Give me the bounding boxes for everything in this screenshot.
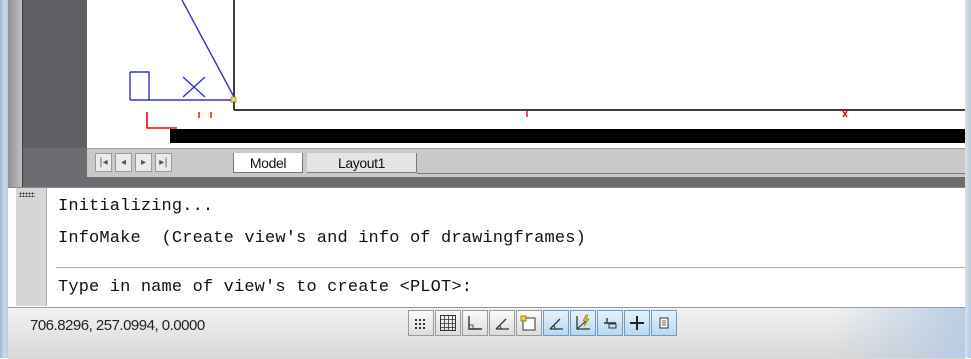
otrack-icon <box>549 318 563 330</box>
polar-tracking-button[interactable] <box>489 310 515 336</box>
blue-outline <box>130 71 234 101</box>
next-tab-button[interactable]: ▸ <box>135 153 152 172</box>
object-snap-button[interactable] <box>516 310 542 336</box>
grid-icon <box>440 315 456 331</box>
dyn-icon <box>604 318 617 329</box>
command-separator <box>56 267 965 268</box>
tab-model[interactable]: Model <box>233 153 303 173</box>
last-tab-button[interactable]: ▸| <box>155 153 172 172</box>
first-tab-button[interactable]: |◂ <box>95 153 112 172</box>
window-frame-left <box>0 0 8 358</box>
dynamic-ucs-button[interactable] <box>570 310 596 336</box>
command-history-line: Initializing... <box>58 197 214 216</box>
command-window-grip[interactable] <box>16 188 47 306</box>
lineweight-button[interactable] <box>624 310 650 336</box>
model-toggle-button[interactable] <box>651 310 677 336</box>
grip-dots-icon <box>19 192 35 197</box>
grip-point <box>230 96 237 103</box>
first-tab-icon: |◂ <box>99 157 108 168</box>
coordinate-readout[interactable]: 706.8296, 257.0994, 0.0000 <box>30 317 205 334</box>
osnap-icon <box>520 315 536 331</box>
snap-mode-button[interactable] <box>408 310 434 336</box>
dock-strip <box>8 0 23 188</box>
model-icon <box>659 317 669 329</box>
window-frame-right <box>965 0 971 358</box>
snap-icon <box>415 319 425 329</box>
grid-display-button[interactable] <box>435 310 461 336</box>
last-tab-icon: ▸| <box>159 157 168 168</box>
ducs-icon <box>576 314 590 330</box>
lineweight-icon <box>630 316 644 330</box>
prev-tab-icon: ◂ <box>120 157 127 168</box>
next-tab-icon: ▸ <box>140 157 147 168</box>
dynamic-input-button[interactable] <box>597 310 623 336</box>
prev-tab-button[interactable]: ◂ <box>115 153 132 172</box>
command-history-line: InfoMake (Create view's and info of draw… <box>58 229 586 248</box>
red-corner <box>146 112 177 129</box>
tab-layout1[interactable]: Layout1 <box>307 153 417 173</box>
object-snap-tracking-button[interactable] <box>543 310 569 336</box>
polar-icon <box>495 318 509 330</box>
command-prompt[interactable]: Type in name of view's to create <PLOT>: <box>58 278 472 297</box>
layout-tab-bar: |◂ ◂ ▸ ▸| Model Layout1 <box>87 148 965 177</box>
ortho-icon <box>468 316 482 330</box>
status-bar-tray <box>830 308 965 358</box>
drawing-geometry <box>129 0 965 129</box>
tab-baseline <box>417 173 965 174</box>
layout-margin <box>23 0 87 148</box>
ortho-mode-button[interactable] <box>462 310 488 336</box>
